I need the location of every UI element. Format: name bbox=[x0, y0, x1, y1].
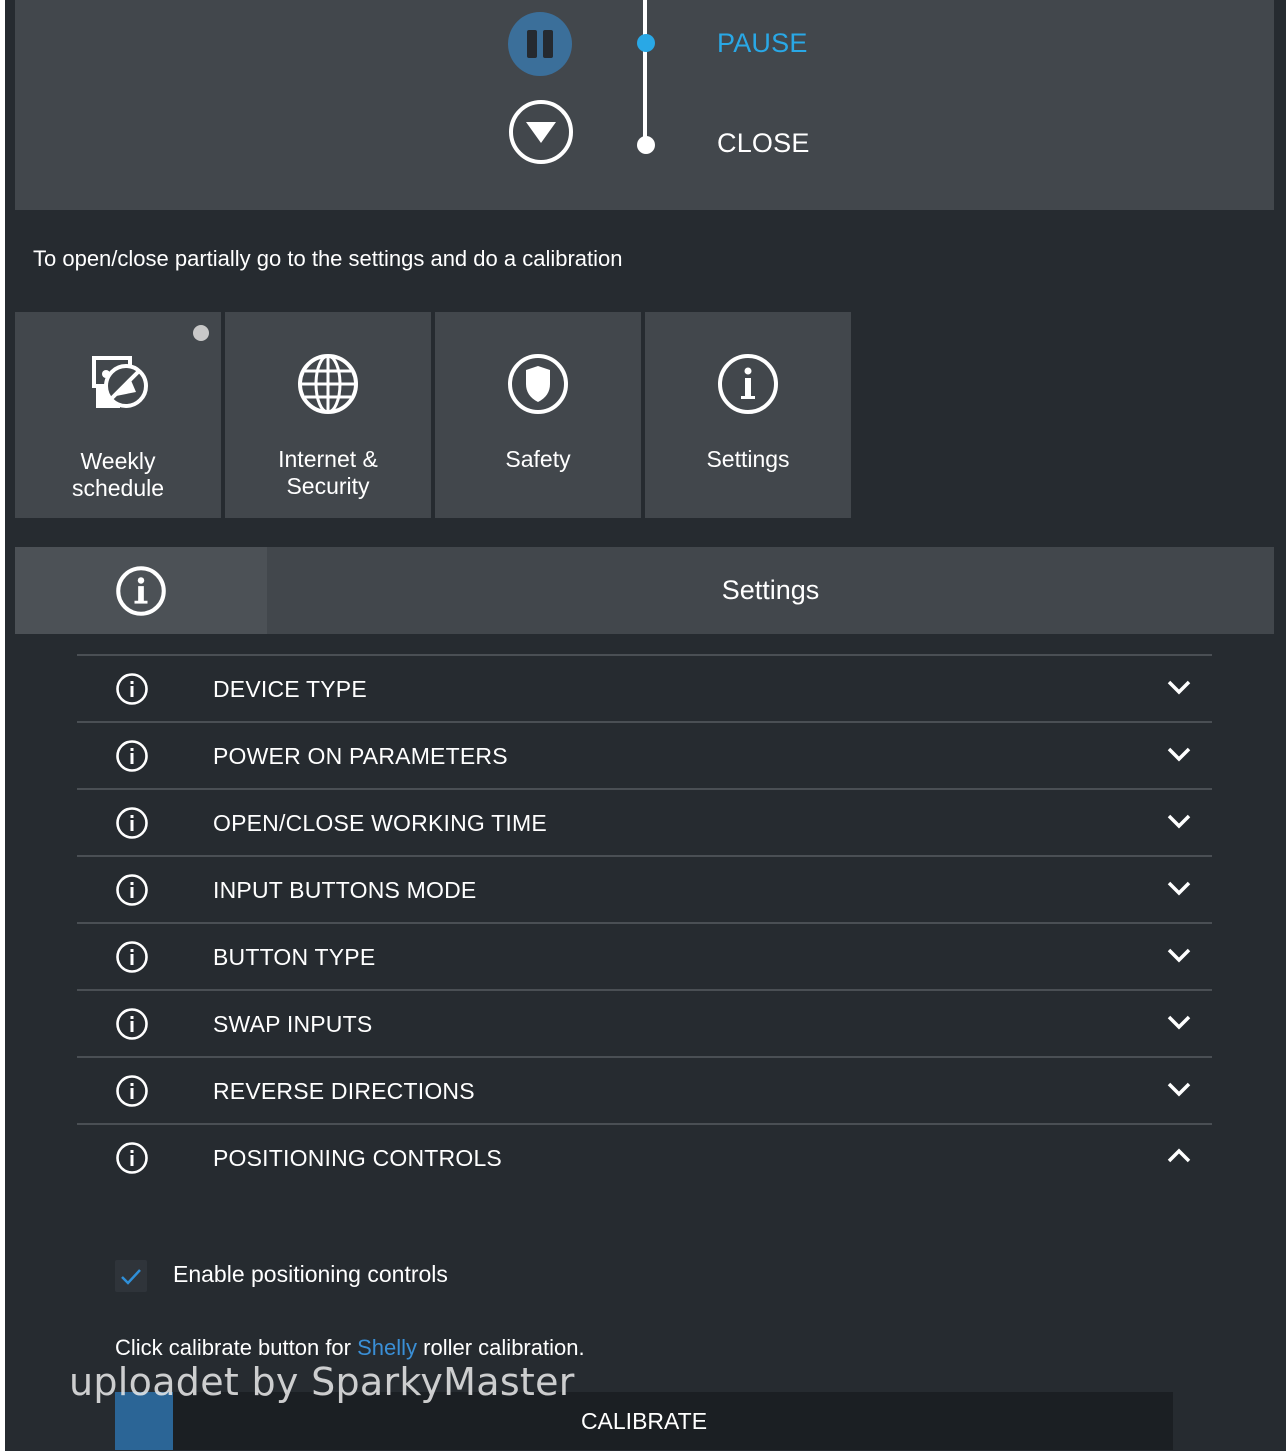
position-track bbox=[643, 0, 647, 146]
accordion-item-label: POSITIONING CONTROLS bbox=[213, 1145, 502, 1171]
status-badge bbox=[193, 325, 209, 341]
chevron-down-icon bbox=[1167, 1015, 1191, 1030]
close-position-marker bbox=[637, 136, 655, 154]
accordion-item-label: REVERSE DIRECTIONS bbox=[213, 1078, 475, 1104]
settings-header: Settings bbox=[15, 547, 1274, 634]
accordion-item-label: POWER ON PARAMETERS bbox=[213, 743, 508, 769]
info-icon bbox=[718, 354, 778, 414]
chevron-down-icon bbox=[1167, 814, 1191, 829]
info-icon bbox=[116, 740, 148, 772]
chevron-down-icon bbox=[1167, 948, 1191, 963]
enable-positioning-checkbox[interactable] bbox=[115, 1260, 147, 1292]
accordion-item-label: INPUT BUTTONS MODE bbox=[213, 877, 477, 903]
pause-button[interactable] bbox=[508, 12, 572, 76]
tile-safety[interactable]: Safety bbox=[435, 312, 641, 518]
info-icon bbox=[116, 1075, 148, 1107]
info-icon bbox=[116, 807, 148, 839]
accordion-item-label: DEVICE TYPE bbox=[213, 676, 367, 702]
chevron-up-icon bbox=[1167, 1148, 1191, 1163]
calibrate-button-label: CALIBRATE bbox=[580, 1408, 708, 1434]
accordion-item-label: SWAP INPUTS bbox=[213, 1011, 373, 1037]
chevron-down-icon bbox=[1167, 1082, 1191, 1097]
settings-header-icon-cell bbox=[15, 547, 267, 634]
accordion-item-button-type[interactable]: BUTTON TYPE bbox=[77, 922, 1212, 989]
watermark-text: uploadet by SparkyMaster bbox=[69, 1360, 575, 1404]
accordion-item-open-close-working-time[interactable]: OPEN/CLOSE WORKING TIME bbox=[77, 788, 1212, 855]
pause-label[interactable]: PAUSE bbox=[717, 28, 808, 59]
settings-accordion: DEVICE TYPE POWER ON PARAMETERS OPEN/CLO… bbox=[77, 654, 1212, 1450]
shield-icon bbox=[508, 354, 568, 414]
close-label[interactable]: CLOSE bbox=[717, 128, 810, 159]
shelly-link[interactable]: Shelly bbox=[357, 1335, 417, 1360]
tile-label-line2: Security bbox=[286, 473, 370, 499]
accordion-item-label: BUTTON TYPE bbox=[213, 944, 376, 970]
calibration-instructions: Click calibrate button for Shelly roller… bbox=[115, 1335, 585, 1360]
tile-weekly-schedule[interactable]: Weekly schedule bbox=[15, 312, 221, 518]
chevron-down-icon bbox=[526, 122, 556, 143]
info-icon bbox=[116, 1142, 148, 1174]
globe-icon bbox=[298, 354, 358, 414]
chevron-down-icon bbox=[1167, 881, 1191, 896]
tile-label: Safety bbox=[505, 446, 571, 472]
chevron-down-icon bbox=[1167, 747, 1191, 762]
tile-settings[interactable]: Settings bbox=[645, 312, 851, 518]
accordion-item-input-buttons-mode[interactable]: INPUT BUTTONS MODE bbox=[77, 855, 1212, 922]
page-title: Settings bbox=[721, 575, 820, 605]
accordion-item-device-type[interactable]: DEVICE TYPE bbox=[77, 654, 1212, 721]
tile-label: Settings bbox=[706, 446, 790, 472]
calibration-hint: To open/close partially go to the settin… bbox=[33, 246, 623, 271]
accordion-item-power-on-parameters[interactable]: POWER ON PARAMETERS bbox=[77, 721, 1212, 788]
enable-positioning-label: Enable positioning controls bbox=[173, 1261, 448, 1287]
tile-label-line1: Weekly bbox=[80, 448, 156, 474]
schedule-icon bbox=[92, 356, 148, 408]
info-icon bbox=[116, 941, 148, 973]
accordion-item-swap-inputs[interactable]: SWAP INPUTS bbox=[77, 989, 1212, 1056]
checkmark-icon bbox=[121, 1269, 141, 1285]
tile-label-line1: Internet & bbox=[278, 446, 378, 472]
feature-tiles: Weekly schedule Internet & Security Safe… bbox=[15, 312, 855, 518]
chevron-down-icon bbox=[1167, 680, 1191, 695]
pause-position-marker bbox=[637, 34, 655, 52]
accordion-item-positioning-controls[interactable]: POSITIONING CONTROLS bbox=[77, 1123, 1212, 1190]
info-icon bbox=[116, 1008, 148, 1040]
info-icon bbox=[116, 874, 148, 906]
tile-label-line2: schedule bbox=[71, 475, 165, 501]
pause-icon bbox=[527, 30, 537, 58]
close-button[interactable] bbox=[509, 100, 573, 164]
info-icon bbox=[116, 565, 166, 616]
app-window: PAUSE CLOSE To open/close partially go t… bbox=[5, 0, 1286, 1451]
roller-control-panel: PAUSE CLOSE bbox=[15, 0, 1274, 210]
tile-internet-security[interactable]: Internet & Security bbox=[225, 312, 431, 518]
accordion-item-reverse-directions[interactable]: REVERSE DIRECTIONS bbox=[77, 1056, 1212, 1123]
accordion-item-label: OPEN/CLOSE WORKING TIME bbox=[213, 810, 547, 836]
info-icon bbox=[116, 673, 148, 705]
positioning-controls-panel: Enable positioning controls Click calibr… bbox=[77, 1190, 1212, 1450]
